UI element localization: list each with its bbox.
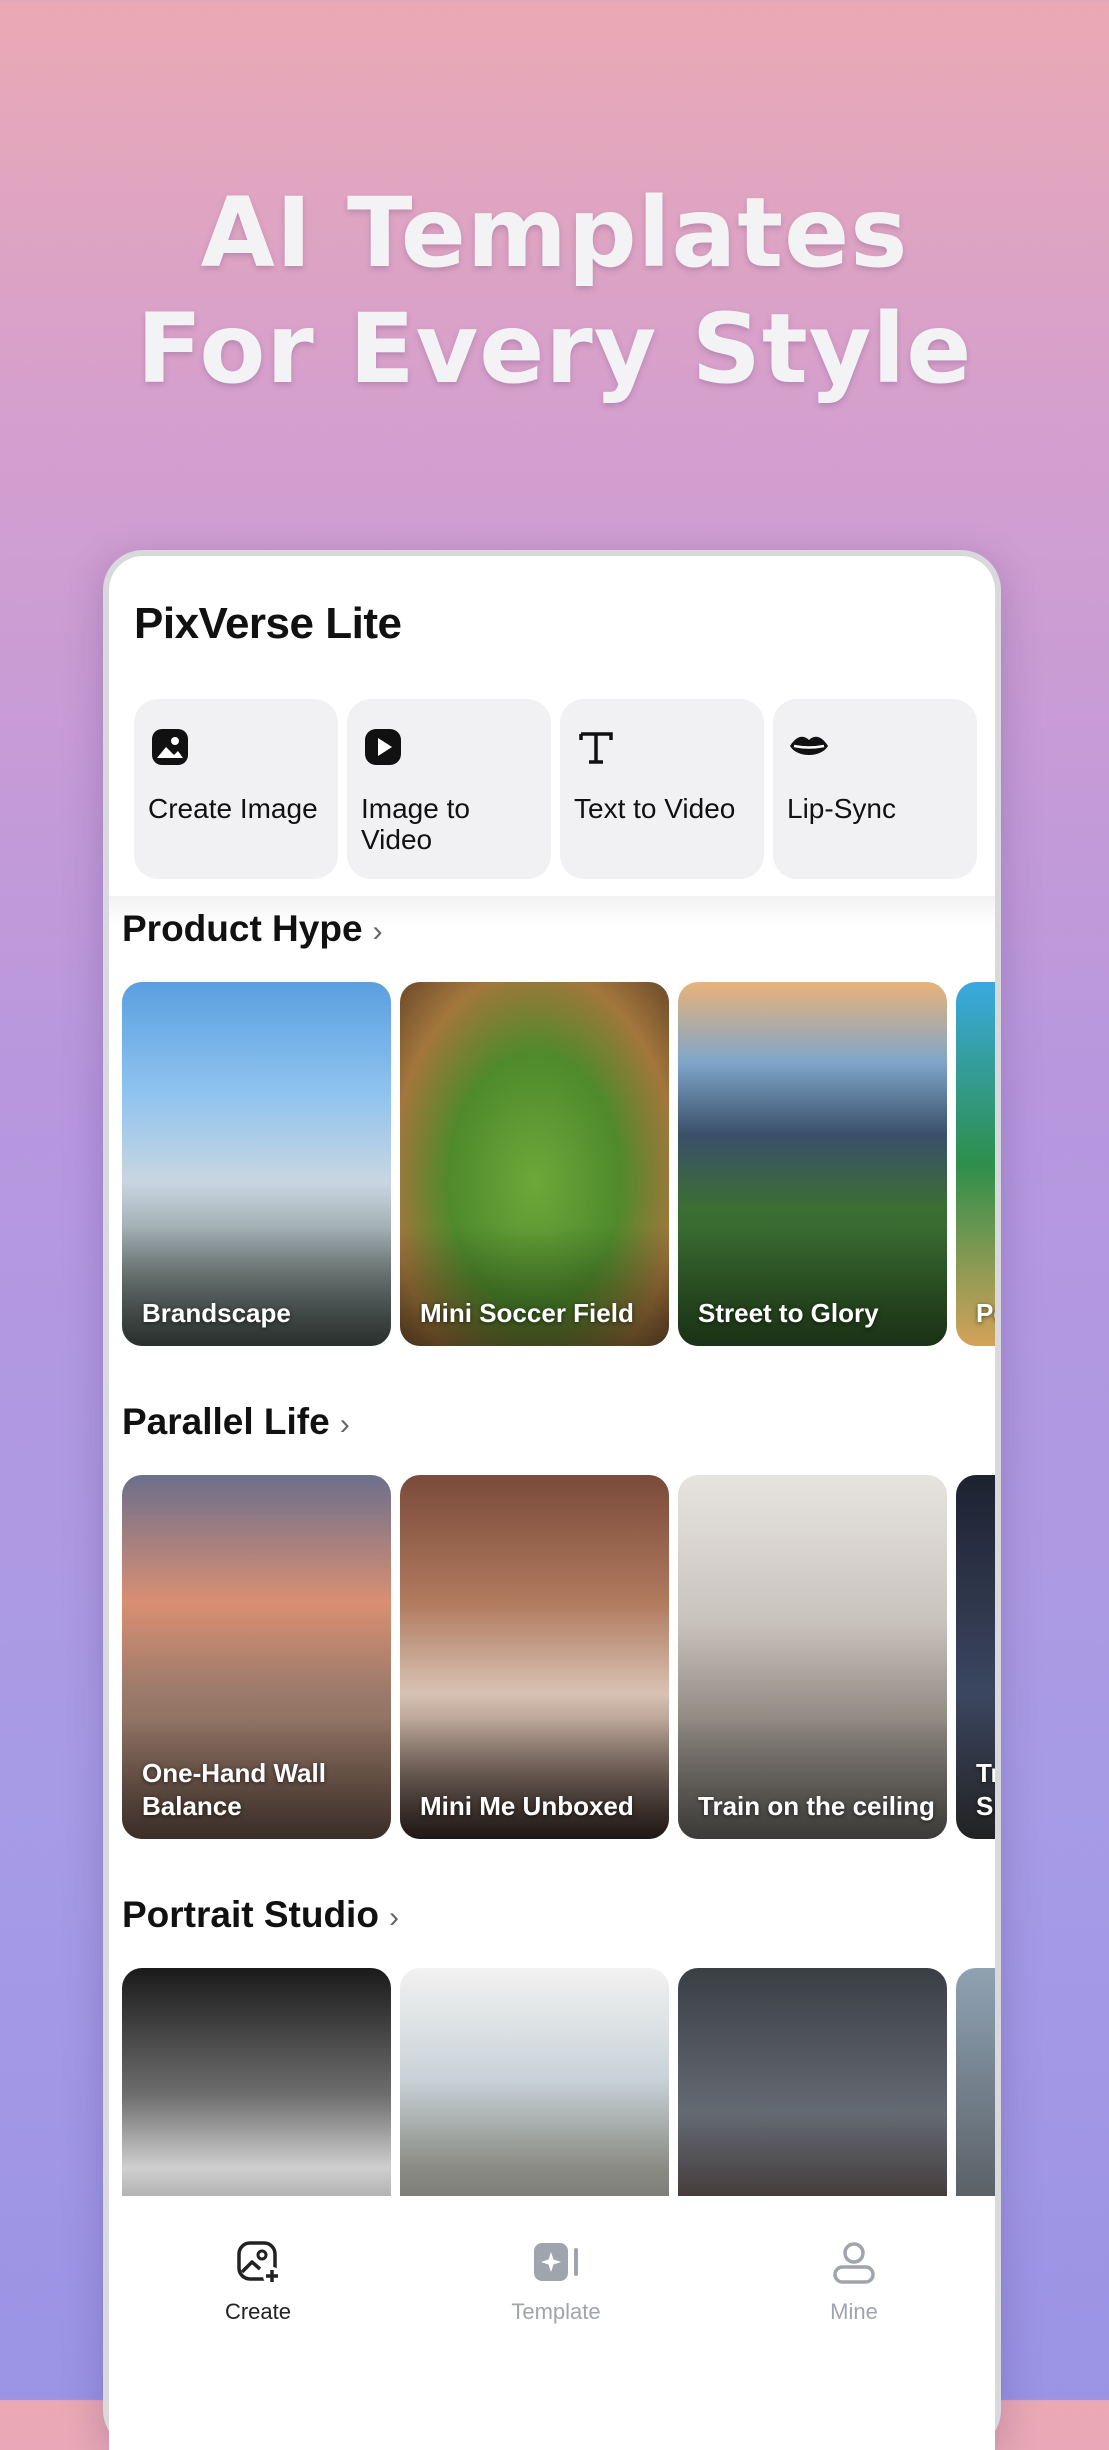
template-card-one-hand-wall-balance[interactable]: One-Hand Wall Balance [122, 1475, 391, 1839]
card-label: Mini Soccer Field [420, 1298, 634, 1328]
hero-line-2: For Every Style [136, 293, 973, 405]
chevron-right-icon: › [388, 1901, 399, 1934]
section-title-text: Portrait Studio [122, 1894, 379, 1935]
template-card-partial[interactable]: Tr Si [956, 1475, 995, 1839]
hero-headline: AI Templates For Every Style [0, 175, 1109, 407]
tool-label: Lip-Sync [787, 793, 896, 824]
card-label: Train on the ceiling [698, 1791, 935, 1821]
template-card-partial[interactable]: Po [956, 982, 995, 1346]
app-screen: PixVerse Lite Create Image Image to Vide… [109, 556, 995, 2450]
tab-label: Mine [830, 2299, 878, 2324]
tool-label: Image to Video [361, 793, 470, 855]
tool-lip-sync[interactable]: Lip-Sync [773, 699, 977, 879]
template-card-mini-soccer-field[interactable]: Mini Soccer Field [400, 982, 669, 1346]
app-title: PixVerse Lite [134, 599, 402, 648]
section-title-text: Parallel Life [122, 1401, 330, 1442]
chevron-right-icon: › [372, 915, 383, 948]
tab-create[interactable]: Create [168, 2238, 348, 2325]
tool-label: Text to Video [574, 793, 736, 824]
tool-label: Create Image [148, 793, 318, 824]
tool-shortcuts: Create Image Image to Video Text to Vide… [134, 699, 995, 879]
section-title-parallel-life[interactable]: Parallel Life › [122, 1401, 350, 1443]
template-card-train-on-the-ceiling[interactable]: Train on the ceiling [678, 1475, 947, 1839]
template-icon [534, 2243, 578, 2281]
card-row-product-hype: Brandscape Mini Soccer Field Street to G… [122, 982, 995, 1346]
tab-template[interactable]: Template [466, 2238, 646, 2325]
section-title-portrait-studio[interactable]: Portrait Studio › [122, 1894, 399, 1936]
user-icon [833, 2242, 875, 2284]
card-row-parallel-life: One-Hand Wall Balance Mini Me Unboxed Tr… [122, 1475, 995, 1839]
tool-text-to-video[interactable]: Text to Video [560, 699, 764, 879]
section-title-product-hype[interactable]: Product Hype › [122, 908, 383, 950]
card-label: Brandscape [142, 1298, 291, 1328]
card-label: Po [976, 1298, 995, 1328]
section-title-text: Product Hype [122, 908, 363, 949]
play-icon [365, 729, 401, 765]
phone-frame: PixVerse Lite Create Image Image to Vide… [103, 550, 1001, 2450]
text-icon [579, 732, 613, 764]
card-label: One-Hand Wall Balance [142, 1758, 326, 1821]
image-icon [152, 729, 188, 765]
template-card-brandscape[interactable]: Brandscape [122, 982, 391, 1346]
lips-icon [790, 736, 828, 755]
card-label: Street to Glory [698, 1298, 879, 1328]
chevron-right-icon: › [339, 1408, 350, 1441]
bottom-tab-bar: Create Template Mine [109, 2196, 995, 2450]
tab-label: Create [224, 2299, 292, 2324]
tool-create-image[interactable]: Create Image [134, 699, 338, 879]
card-label: Tr Si [976, 1758, 995, 1821]
tab-label: Template [511, 2299, 601, 2324]
card-label: Mini Me Unboxed [420, 1791, 634, 1821]
template-card-street-to-glory[interactable]: Street to Glory [678, 982, 947, 1346]
create-image-icon [237, 2241, 281, 2285]
tool-image-to-video[interactable]: Image to Video [347, 699, 551, 879]
template-card-mini-me-unboxed[interactable]: Mini Me Unboxed [400, 1475, 669, 1839]
tab-mine[interactable]: Mine [764, 2238, 944, 2325]
hero-line-1: AI Templates [200, 177, 909, 289]
